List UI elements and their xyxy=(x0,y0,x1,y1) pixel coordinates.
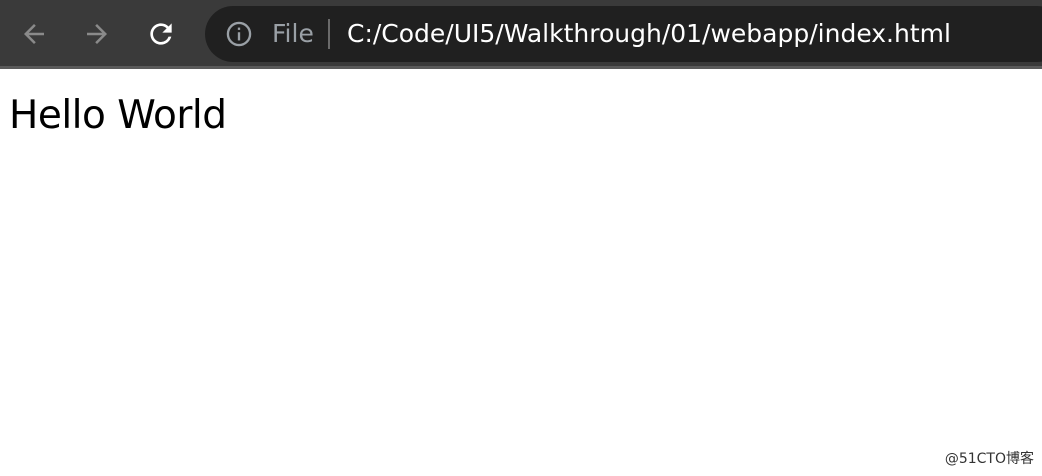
address-bar[interactable]: File C:/Code/UI5/Walkthrough/01/webapp/i… xyxy=(205,6,1042,62)
scheme-label: File xyxy=(272,19,314,48)
page-title: Hello World xyxy=(9,93,227,138)
address-divider xyxy=(328,19,330,49)
page-content: Hello World @51CTO博客 xyxy=(0,69,1042,476)
forward-button[interactable] xyxy=(77,14,117,54)
url-text[interactable]: C:/Code/UI5/Walkthrough/01/webapp/index.… xyxy=(347,6,951,62)
reload-button[interactable] xyxy=(141,14,181,54)
info-icon[interactable] xyxy=(225,20,253,48)
reload-icon xyxy=(150,23,172,45)
arrow-left-icon xyxy=(24,24,44,44)
arrow-right-icon xyxy=(87,24,107,44)
back-button[interactable] xyxy=(14,14,54,54)
watermark: @51CTO博客 xyxy=(944,451,1034,467)
browser-toolbar: File C:/Code/UI5/Walkthrough/01/webapp/i… xyxy=(0,0,1042,69)
